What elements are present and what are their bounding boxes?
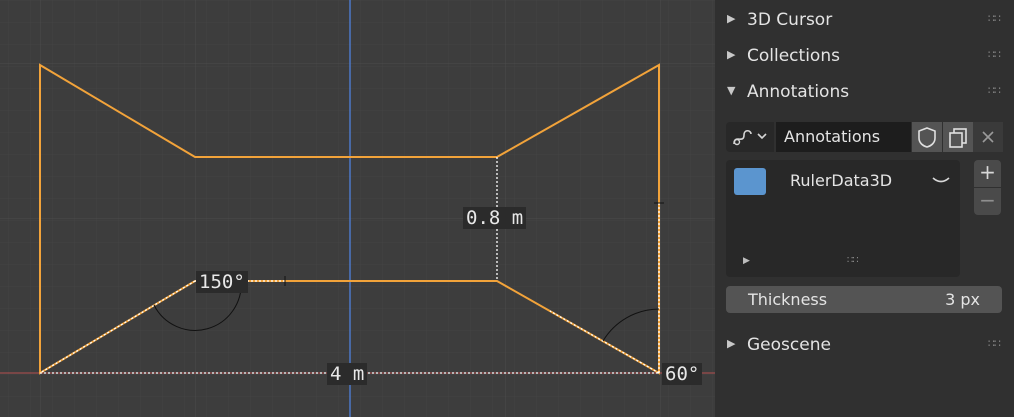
ruler-label-width: 4 m <box>327 363 368 385</box>
chevron-down-icon: ▼ <box>727 84 736 97</box>
annotation-name-field[interactable]: Annotations <box>776 122 911 152</box>
grip-icon[interactable]: ∷∷ <box>988 12 1001 25</box>
major-grid <box>0 0 715 417</box>
eye-closed-icon[interactable] <box>930 170 952 192</box>
ruler-label-height: 0.8 m <box>463 207 527 229</box>
thickness-value: 3 px <box>945 290 980 309</box>
unlink-button[interactable] <box>973 122 1003 152</box>
sidebar-panel: ▶ 3D Cursor ∷∷ ▶ Collections ∷∷ ▼ Annota… <box>715 0 1014 417</box>
chevron-right-icon[interactable]: ▶ <box>743 256 750 266</box>
thickness-label: Thickness <box>748 290 828 309</box>
fake-user-button[interactable] <box>912 122 942 152</box>
annotation-layer-list[interactable]: RulerData3D ▶ ∷∷ <box>726 160 960 277</box>
grip-icon[interactable]: ∷∷ <box>847 255 859 266</box>
grip-icon[interactable]: ∷∷ <box>988 48 1001 61</box>
section-geoscene[interactable]: ▶ Geoscene ∷∷ <box>715 328 1014 362</box>
annotation-type-dropdown[interactable] <box>726 122 774 152</box>
ruler-label-angle-left: 150° <box>196 271 248 293</box>
section-annotations[interactable]: ▼ Annotations ∷∷ <box>715 75 1014 109</box>
add-layer-button[interactable]: + <box>974 160 1001 187</box>
section-title: Annotations <box>747 82 850 102</box>
list-item[interactable]: RulerData3D <box>730 164 956 198</box>
grip-icon[interactable]: ∷∷ <box>988 84 1001 97</box>
chevron-right-icon: ▶ <box>727 12 736 25</box>
section-title: Geoscene <box>747 335 831 355</box>
section-title: Collections <box>747 46 840 66</box>
chevron-right-icon: ▶ <box>727 337 736 350</box>
stroke-icon <box>733 129 767 146</box>
annotations-body: Annotations RulerData3D ▶ ∷∷ + − Thickne… <box>715 110 1014 325</box>
layer-color-swatch[interactable] <box>734 168 766 195</box>
remove-layer-button[interactable]: − <box>974 188 1001 215</box>
grip-icon[interactable]: ∷∷ <box>988 337 1001 350</box>
section-title: 3D Cursor <box>747 10 833 30</box>
layer-name[interactable]: RulerData3D <box>790 171 892 190</box>
thickness-field[interactable]: Thickness 3 px <box>726 286 1002 313</box>
section-collections[interactable]: ▶ Collections ∷∷ <box>715 39 1014 73</box>
section-3d-cursor[interactable]: ▶ 3D Cursor ∷∷ <box>715 3 1014 37</box>
ruler-label-angle-right: 60° <box>662 363 703 385</box>
close-icon <box>982 131 994 143</box>
copy-icon <box>949 128 967 148</box>
shield-icon <box>918 127 936 148</box>
chevron-right-icon: ▶ <box>727 48 736 61</box>
viewport-canvas[interactable] <box>0 0 715 417</box>
duplicate-button[interactable] <box>943 122 973 152</box>
